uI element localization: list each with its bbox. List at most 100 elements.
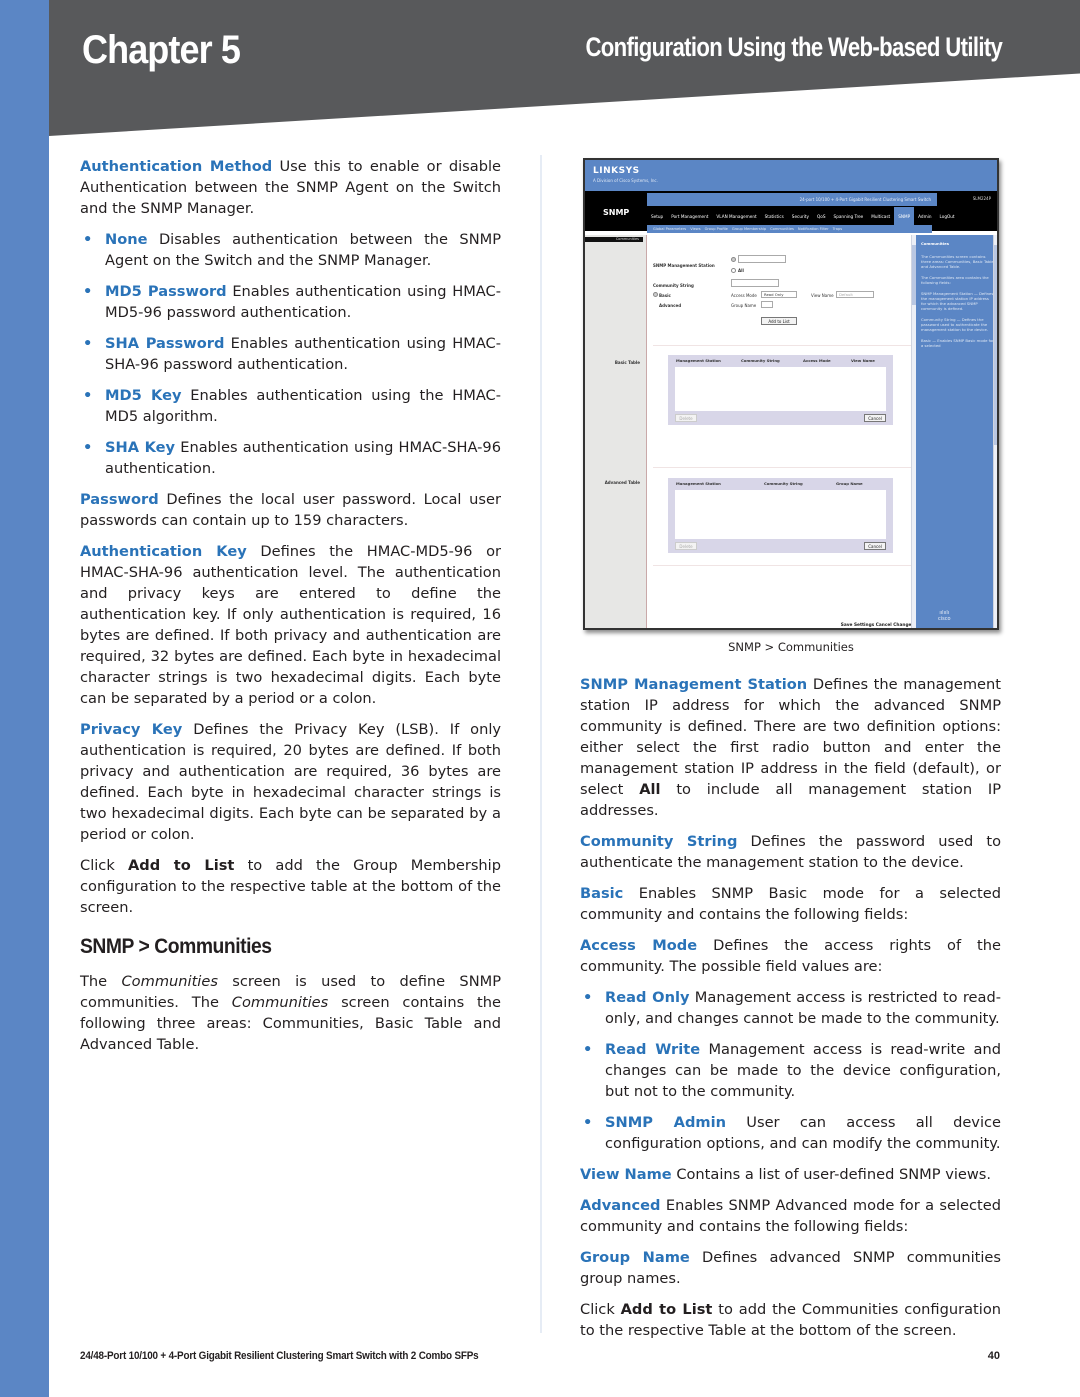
bullet-icon: • [83, 439, 93, 456]
save-actions: Save Settings Cancel Changes [841, 623, 914, 628]
subnav-global-parameters[interactable]: Global Parameters [653, 225, 686, 233]
view-name-paragraph: View Name Contains a list of user-define… [580, 1164, 1001, 1185]
figure-caption: SNMP > Communities [728, 640, 854, 654]
term-advanced: Advanced [580, 1197, 661, 1214]
subnav-views[interactable]: Views [690, 225, 700, 233]
advanced-table: Management Station Community String Grou… [668, 478, 893, 553]
mgmt-station-ip-input[interactable] [738, 255, 786, 263]
help-text: Community String — Defines the password … [921, 317, 989, 332]
basic-table-label: Basic Table [614, 360, 640, 365]
nav-tab-setup[interactable]: Setup [647, 207, 667, 225]
advanced-table-header: Management Station Community String Grou… [668, 478, 893, 489]
advanced-delete-button[interactable]: Delete [675, 542, 697, 550]
list-item: • SNMP Admin User can access all device c… [580, 1112, 1001, 1154]
screenshot-top-bar: LINKSYS A Division of Cisco Systems, Inc… [585, 160, 997, 191]
term-read-only: Read Only [605, 989, 690, 1006]
list-item: • Read Write Management access is read-wr… [580, 1039, 1001, 1102]
subnav-traps[interactable]: Traps [833, 225, 843, 233]
mgmt-station-ip-radio[interactable] [731, 257, 736, 262]
advanced-table-body [675, 490, 886, 539]
term-md5-password: MD5 Password [105, 283, 227, 300]
basic-mode-radio[interactable] [653, 292, 658, 297]
nav-tab-port-management[interactable]: Port Management [667, 207, 712, 225]
bullet-icon: • [83, 283, 93, 300]
term-none: None [105, 231, 148, 248]
screenshot-sidebar: Communities Basic Table Advanced Table [585, 235, 647, 628]
basic-table-body [675, 367, 886, 411]
bullet-icon: • [583, 989, 593, 1006]
nav-tab-spanning-tree[interactable]: Spanning Tree [830, 207, 868, 225]
sidebar-item-communities[interactable]: Communities [585, 237, 643, 242]
auth-key-paragraph: Authentication Key Defines the HMAC-MD5-… [80, 541, 501, 709]
subnav-communities[interactable]: Communities [770, 225, 794, 233]
nav-tab-snmp[interactable]: SNMP [894, 207, 915, 225]
basic-paragraph: Basic Enables SNMP Basic mode for a sele… [580, 883, 1001, 925]
community-string-paragraph: Community String Defines the password us… [580, 831, 1001, 873]
section-heading: SNMP > Communities [80, 935, 272, 958]
column-header: Community String [764, 481, 803, 486]
term-snmp-admin: SNMP Admin [605, 1114, 726, 1131]
column-header: Community String [741, 358, 780, 363]
access-mode-select[interactable]: Read Only [761, 291, 797, 298]
nav-tab-multicast[interactable]: Multicast [867, 207, 894, 225]
add-to-list-paragraph: Click Add to List to add the Group Membe… [80, 855, 501, 918]
nav-tab-vlan-management[interactable]: VLAN Management [712, 207, 760, 225]
password-paragraph: Password Defines the local user password… [80, 489, 501, 531]
add-to-list-reference: Add to List [620, 1301, 713, 1318]
scrollbar-thumb[interactable] [994, 245, 997, 445]
nav-tab-logout[interactable]: LogOut [936, 207, 959, 225]
auth-method-options-list: • None Disables authentication between th… [80, 229, 501, 479]
column-divider [540, 155, 542, 1333]
subnav-group-profile[interactable]: Group Profile [705, 225, 728, 233]
cancel-changes-button[interactable]: Cancel Changes [876, 623, 914, 628]
bullet-icon: • [83, 231, 93, 248]
list-item: • MD5 Password Enables authentication usi… [80, 281, 501, 323]
save-settings-button[interactable]: Save Settings [841, 623, 875, 628]
chapter-title: Configuration Using the Web-based Utilit… [585, 32, 1002, 62]
auth-method-paragraph: Authentication Method Use this to enable… [80, 156, 501, 219]
left-color-stripe [0, 0, 49, 1397]
term-read-write: Read Write [605, 1041, 701, 1058]
nav-tab-statistics[interactable]: Statistics [761, 207, 788, 225]
page-number: 40 [987, 1350, 1000, 1362]
subnav-notification-filter[interactable]: Notification Filter [798, 225, 829, 233]
definition-text: Defines the HMAC-MD5-96 or HMAC-SHA-96 a… [80, 543, 502, 707]
term-authentication-method: Authentication Method [80, 158, 273, 175]
communities-screenshot: LINKSYS A Division of Cisco Systems, Inc… [583, 158, 999, 630]
nav-tab-admin[interactable]: Admin [914, 207, 935, 225]
help-text: Basic — Enables SNMP Basic mode for a se… [921, 338, 994, 348]
mgmt-station-label: SNMP Management Station [653, 263, 715, 268]
bullet-icon: • [83, 387, 93, 404]
help-text: The Communities area contains the follow… [921, 275, 989, 285]
column-header: Access Mode [803, 358, 831, 363]
nav-tab-qos[interactable]: QoS [813, 207, 830, 225]
help-panel-scrollbar[interactable] [993, 235, 997, 628]
definition-text: Defines the Privacy Key (LSB). If only a… [80, 721, 502, 843]
screenshot-sub-nav: Global Parameters Views Group Profile Gr… [647, 225, 932, 233]
list-item: • MD5 Key Enables authentication using th… [80, 385, 501, 427]
community-string-input[interactable] [731, 279, 779, 287]
advanced-cancel-button[interactable]: Cancel [864, 542, 886, 550]
term-community-string: Community String [580, 833, 738, 850]
view-name-select[interactable]: Default [836, 291, 874, 298]
term-sha-password: SHA Password [105, 335, 225, 352]
add-to-list-button[interactable]: Add to List [761, 317, 797, 325]
subnav-group-membership[interactable]: Group Membership [732, 225, 766, 233]
mgmt-station-all-radio[interactable] [731, 268, 736, 273]
bullet-icon: • [83, 335, 93, 352]
basic-cancel-button[interactable]: Cancel [864, 414, 886, 422]
nav-tab-security[interactable]: Security [788, 207, 813, 225]
help-title: Communities [921, 241, 949, 246]
left-column: Authentication Method Use this to enable… [80, 156, 501, 1065]
definition-text: Contains a list of user-defined SNMP vie… [676, 1166, 992, 1183]
group-name-select[interactable] [761, 301, 773, 308]
list-item: • Read Only Management access is restrict… [580, 987, 1001, 1029]
cisco-logo: ıılıılı cisco [938, 610, 951, 622]
basic-delete-button[interactable]: Delete [675, 414, 697, 422]
term-sha-key: SHA Key [105, 439, 176, 456]
advanced-mode-label: Advanced [659, 303, 682, 308]
term-basic: Basic [580, 885, 624, 902]
community-string-label: Community String [653, 283, 694, 288]
all-option-label: All [738, 268, 744, 273]
model-number: SLM224P [972, 196, 991, 201]
